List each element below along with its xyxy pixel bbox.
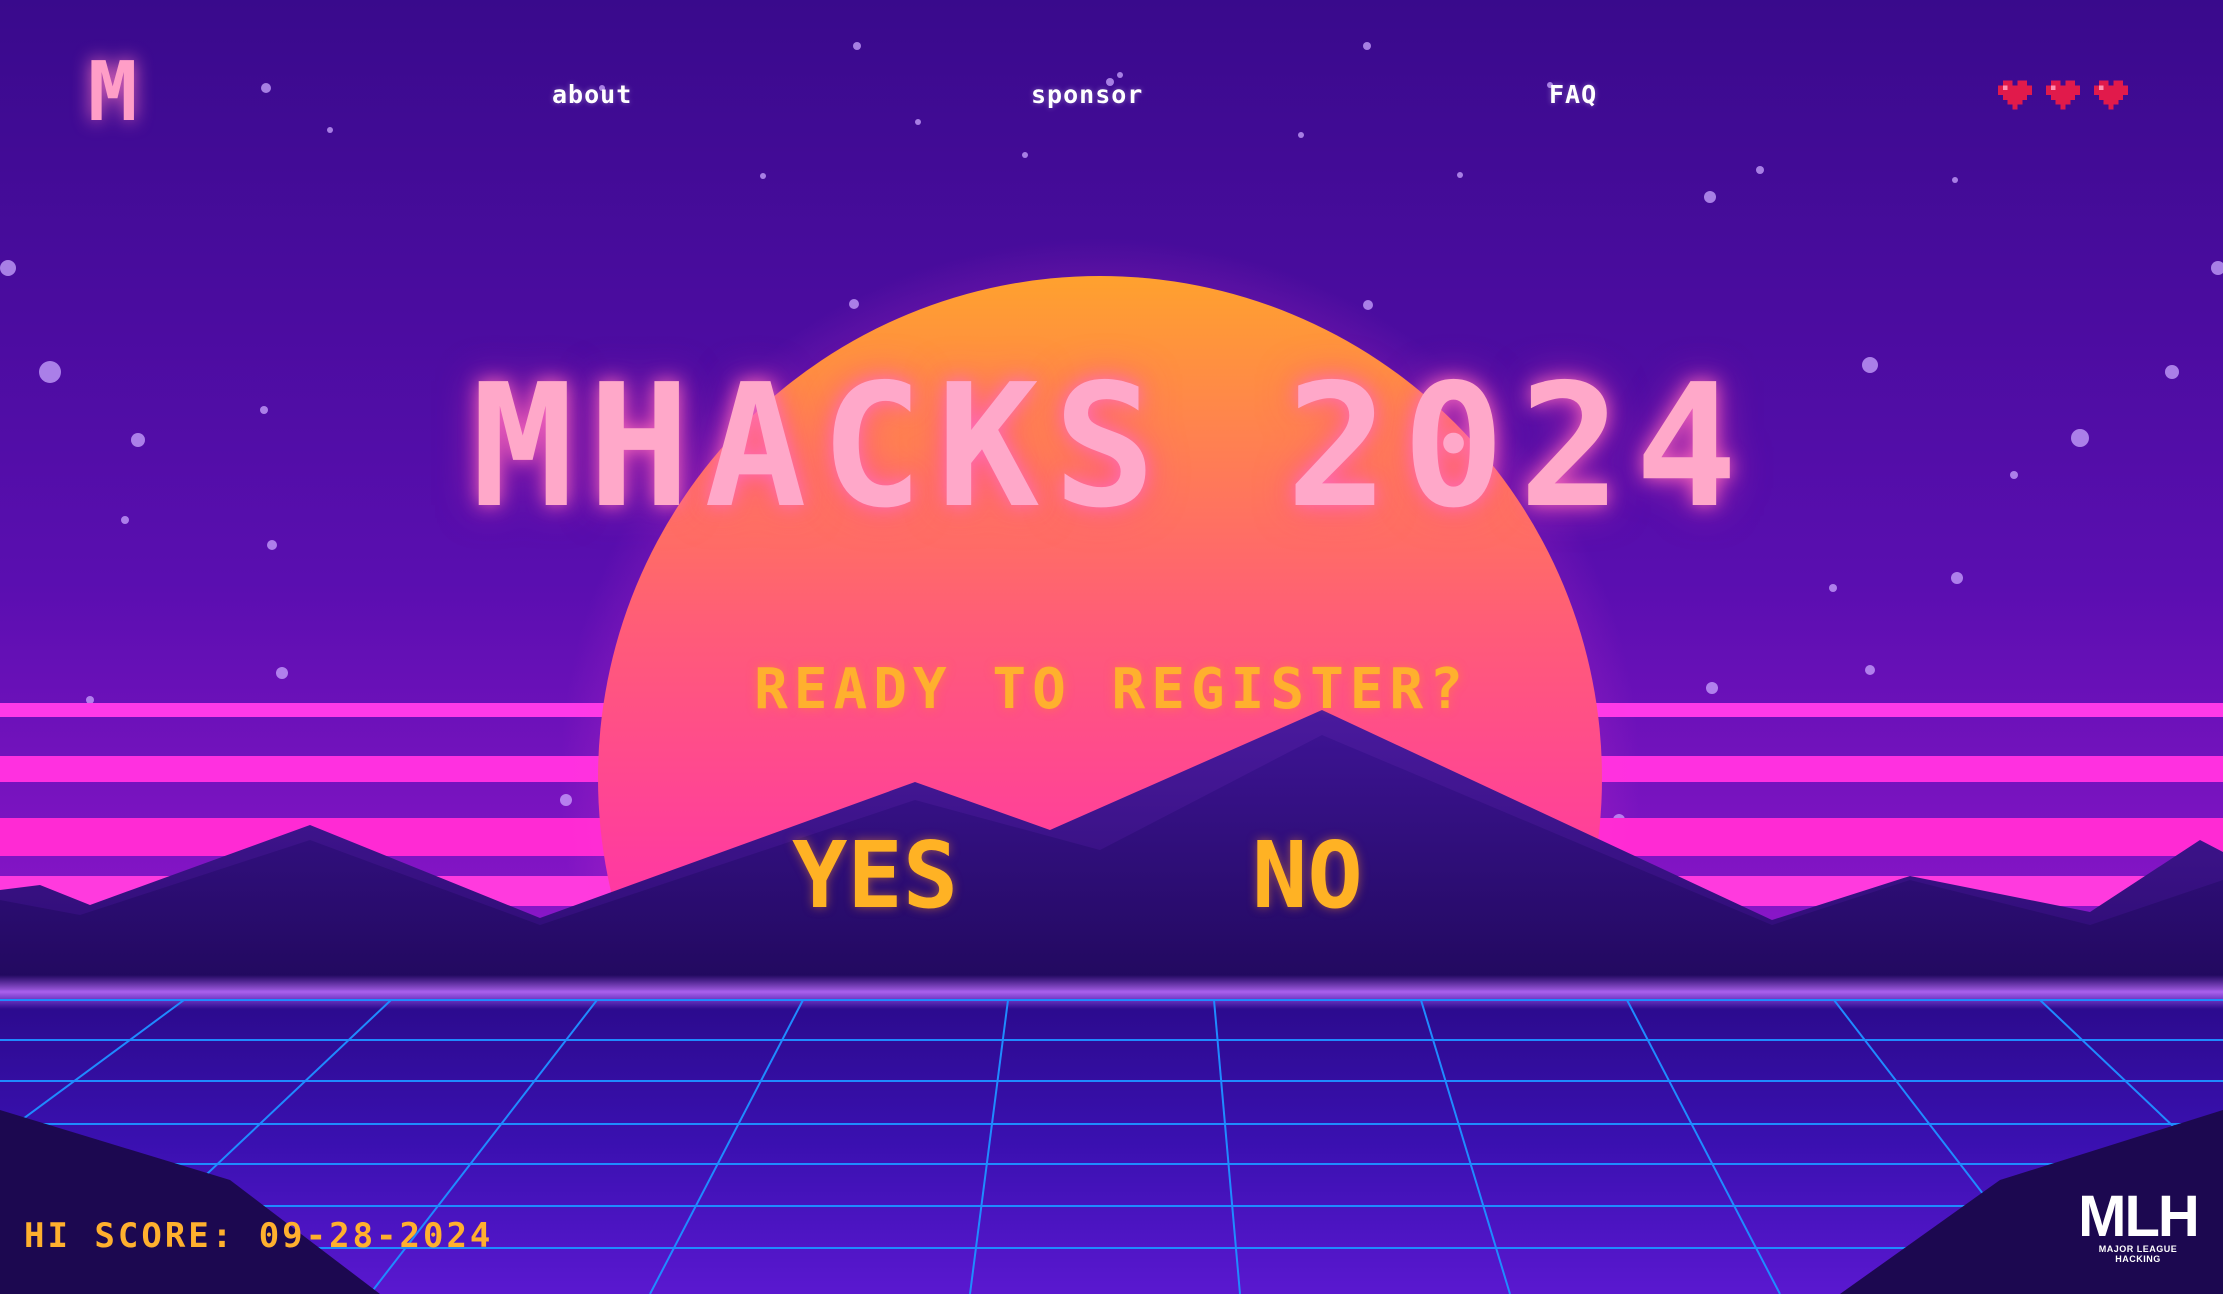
pixel-heart-icon [1998, 80, 2032, 110]
no-register-button[interactable]: NO [1252, 828, 1363, 924]
mlh-logo-mark: MLH [2078, 1184, 2200, 1249]
mhacks-logo[interactable]: M [88, 52, 137, 134]
lives-indicator [1998, 80, 2128, 110]
page-title: MHACKS 2024 [471, 348, 1752, 546]
nav-link-about[interactable]: about [552, 80, 632, 109]
pixel-heart-icon [2094, 80, 2128, 110]
synthwave-background [0, 0, 2223, 1294]
mlh-badge[interactable]: MLH MAJOR LEAGUE HACKING [2077, 1184, 2200, 1265]
register-prompt: READY TO REGISTER? [754, 657, 1469, 722]
nav-link-sponsor[interactable]: sponsor [1031, 80, 1143, 109]
hi-score-date: HI SCORE: 09-28-2024 [24, 1216, 494, 1256]
pixel-heart-icon [2046, 80, 2080, 110]
yes-register-button[interactable]: YES [792, 828, 958, 924]
nav-link-faq[interactable]: FAQ [1549, 80, 1597, 109]
